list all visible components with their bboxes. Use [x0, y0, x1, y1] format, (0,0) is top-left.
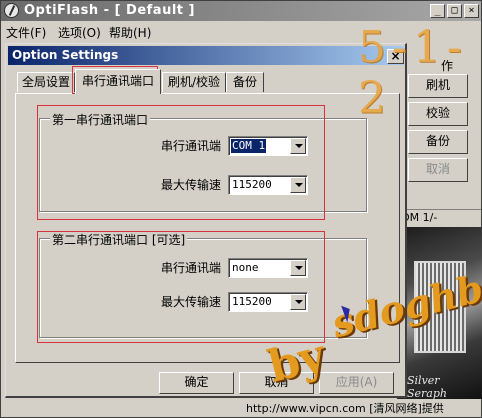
main-window-title: OptiFlash - [ Default ] — [24, 3, 195, 18]
secondary-port-value: none — [232, 261, 259, 274]
secondary-port-select[interactable]: none — [228, 258, 308, 278]
primary-port-value: COM 1 — [231, 139, 267, 153]
secondary-baud-label: 最大传输速 — [161, 295, 222, 309]
dialog-title-bar[interactable]: Option Settings × — [8, 46, 404, 65]
top-watermark: 5-1-2 — [358, 22, 468, 124]
minimize-icon[interactable]: _ — [430, 4, 445, 18]
com-port-status: OM 1/- — [397, 209, 481, 226]
car-image-caption: Silver Seraph — [407, 374, 447, 400]
tab-backup[interactable]: 备份 — [226, 72, 264, 92]
secondary-baud-value: 115200 — [232, 295, 272, 308]
maximize-icon[interactable]: □ — [447, 4, 462, 18]
watermark-by: by — [263, 329, 331, 393]
secondary-port-label: 串行通讯端 — [161, 261, 222, 275]
primary-group-title: 第一串行通讯端口 — [50, 111, 151, 128]
tab-serial-port[interactable]: 串行通讯端口 — [75, 69, 161, 94]
menu-options[interactable]: 选项(O) — [58, 24, 101, 41]
primary-port-label: 串行通讯端 — [161, 139, 222, 153]
main-title-bar[interactable]: OptiFlash - [ Default ] _ □ × — [1, 1, 481, 21]
primary-serial-port-group: 第一串行通讯端口 — [39, 111, 367, 212]
backup-button[interactable]: 备份 — [408, 130, 468, 154]
ok-button[interactable]: 确定 — [159, 372, 234, 394]
dialog-title: Option Settings — [12, 48, 119, 62]
primary-baud-value: 115200 — [232, 178, 272, 191]
chevron-down-icon[interactable] — [290, 138, 306, 154]
app-logo-icon — [4, 3, 19, 18]
primary-baud-label: 最大传输速 — [161, 178, 222, 192]
cancel-operation-button[interactable]: 取消 — [408, 158, 468, 182]
tab-flash-verify[interactable]: 刷机/校验 — [162, 72, 226, 92]
menu-help[interactable]: 帮助(H) — [109, 24, 151, 41]
source-credit: http://www.vipcn.com [清风网络]提供 — [246, 402, 444, 415]
close-icon[interactable]: × — [464, 4, 479, 18]
primary-baud-select[interactable]: 115200 — [228, 175, 308, 195]
primary-port-select[interactable]: COM 1 — [228, 136, 308, 156]
secondary-group-title: 第二串行通讯端口 [可选] — [50, 231, 188, 248]
menu-file[interactable]: 文件(F) — [6, 24, 46, 41]
chevron-down-icon[interactable] — [290, 260, 306, 276]
chevron-down-icon[interactable] — [290, 177, 306, 193]
tab-global-settings[interactable]: 全局设置 — [17, 72, 75, 92]
